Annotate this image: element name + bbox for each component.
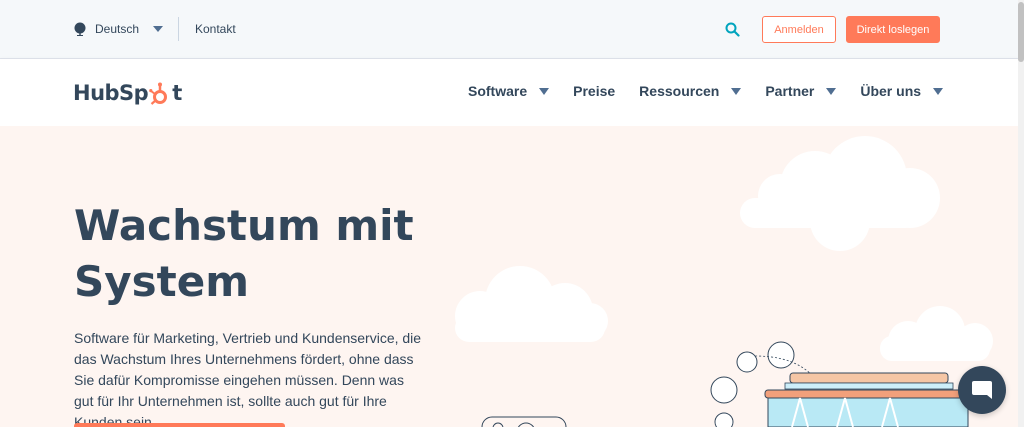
cloud-mid [455, 266, 608, 342]
utility-divider [178, 17, 179, 41]
cloud-large [740, 136, 940, 251]
chevron-down-icon [153, 26, 164, 32]
globe-icon [74, 22, 86, 36]
language-selector[interactable]: Deutsch [73, 18, 164, 40]
page-scrollbar[interactable] [1018, 0, 1024, 427]
nav-item-label: Software [468, 83, 528, 99]
chevron-down-icon [731, 87, 742, 95]
nav-item-partner[interactable]: Partner [765, 83, 837, 99]
robot-illustration [481, 416, 567, 427]
chevron-down-icon [826, 87, 837, 95]
language-label: Deutsch [95, 22, 140, 36]
nav-item-preise[interactable]: Preise [573, 83, 615, 99]
cloud-small [880, 306, 993, 361]
get-started-button[interactable]: Direkt loslegen [846, 16, 940, 43]
nav-item-label: Über uns [860, 83, 922, 99]
nav-item-label: Ressourcen [639, 83, 720, 99]
hero-title-line: Wachstum mit [74, 201, 414, 250]
nav-item-ressourcen[interactable]: Ressourcen [639, 83, 742, 99]
hero-section: Wachstum mit System Software für Marketi… [0, 126, 1018, 427]
nav-item-label: Partner [765, 83, 815, 99]
chevron-down-icon [933, 87, 944, 95]
chevron-down-icon [539, 87, 550, 95]
hubspot-logo[interactable]: HubSp t [73, 79, 182, 107]
hero-subtitle: Software für Marketing, Vertrieb und Kun… [74, 330, 422, 427]
hero-title-line: System [74, 257, 249, 306]
sprocket-icon [149, 82, 168, 105]
hero-title: Wachstum mit System [74, 198, 474, 310]
scrollbar-thumb[interactable] [1018, 2, 1024, 62]
nav-item-label: Preise [573, 83, 616, 99]
chat-widget-button[interactable] [958, 366, 1006, 414]
nav-menu: Software Preise Ressourcen Partner Über … [468, 83, 967, 99]
hero-cta-button[interactable] [74, 423, 285, 427]
utility-bar: Deutsch Kontakt Anmelden Direkt loslegen [0, 0, 1018, 59]
logo-text-right: t [172, 81, 182, 105]
search-icon[interactable] [725, 22, 740, 37]
main-nav: HubSp t Software Preise Ressourcen Partn… [0, 59, 1018, 126]
building-illustration [764, 372, 972, 427]
chat-icon [972, 381, 992, 399]
login-button[interactable]: Anmelden [762, 16, 836, 43]
contact-link[interactable]: Kontakt [195, 22, 236, 36]
nav-item-software[interactable]: Software [468, 83, 550, 99]
nav-item-ueber-uns[interactable]: Über uns [860, 83, 944, 99]
logo-text-left: HubSp [73, 81, 149, 105]
hero-illustration [455, 136, 993, 427]
